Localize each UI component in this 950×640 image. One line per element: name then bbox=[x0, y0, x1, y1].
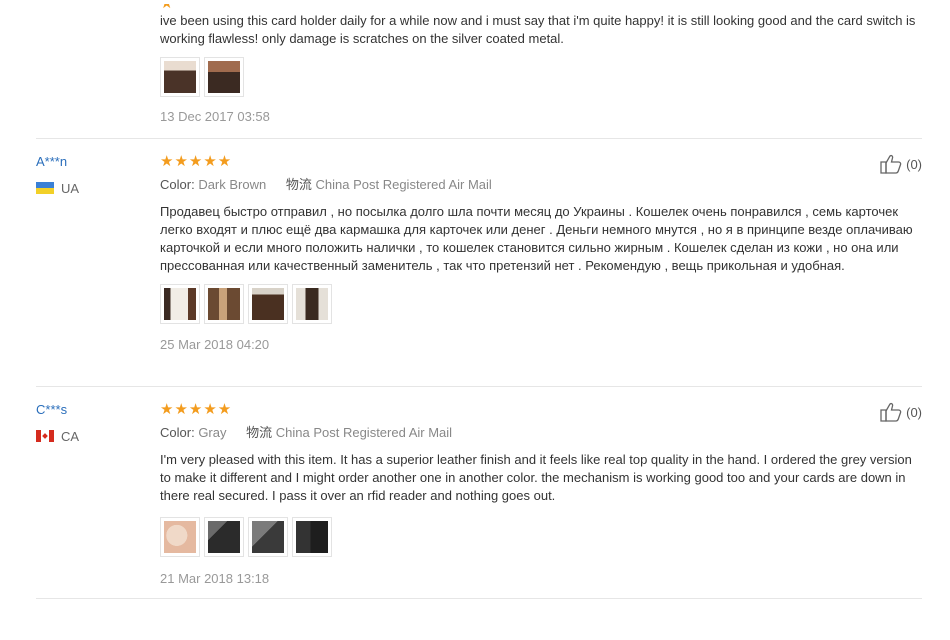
review-content: ★★★★★ Color: Dark Brown 物流 China Post Re… bbox=[160, 154, 920, 353]
review-photo-thumb[interactable] bbox=[292, 517, 332, 557]
thumbs-up-icon bbox=[880, 402, 902, 422]
review-photo-thumb[interactable] bbox=[204, 57, 244, 97]
review-date: 21 Mar 2018 13:18 bbox=[160, 571, 270, 586]
star-rating: ★★★★★ bbox=[160, 153, 233, 170]
review-photos bbox=[160, 517, 920, 557]
photo-image bbox=[296, 288, 328, 320]
photo-image bbox=[164, 61, 196, 93]
review-content: ★★★★★ Color: Gray 物流 China Post Register… bbox=[160, 402, 920, 587]
country-code: CA bbox=[61, 428, 80, 444]
photo-image bbox=[208, 61, 240, 93]
helpful-button[interactable]: (0) bbox=[880, 154, 922, 174]
review-photo-thumb[interactable] bbox=[204, 284, 244, 324]
photo-image bbox=[164, 288, 196, 320]
review-meta: Color: Dark Brown 物流 China Post Register… bbox=[160, 177, 920, 193]
review-divider bbox=[36, 138, 922, 139]
color-value: Dark Brown bbox=[198, 177, 267, 192]
flag-ca-icon bbox=[36, 430, 54, 442]
review-divider bbox=[36, 386, 922, 387]
photo-image bbox=[208, 288, 240, 320]
color-label: Color: bbox=[160, 425, 195, 440]
review-divider bbox=[36, 598, 922, 599]
flag-ua-icon bbox=[36, 182, 54, 194]
reviewer-country: CA bbox=[36, 428, 80, 444]
reviewer-country: UA bbox=[36, 180, 80, 196]
review-date: 13 Dec 2017 03:58 bbox=[160, 109, 270, 124]
star-rating: ★★★★★ bbox=[160, 401, 233, 418]
shipping-label: 物流 bbox=[246, 425, 273, 440]
review-date: 25 Mar 2018 04:20 bbox=[160, 337, 270, 352]
helpful-count: (0) bbox=[906, 156, 922, 172]
photo-image bbox=[252, 521, 284, 553]
review-photo-thumb[interactable] bbox=[292, 284, 332, 324]
review-photo-thumb[interactable] bbox=[204, 517, 244, 557]
reviewer-name[interactable]: A***n bbox=[36, 154, 79, 170]
review-photo-thumb[interactable] bbox=[248, 284, 288, 324]
review-photos bbox=[160, 284, 920, 324]
review-text: I'm very pleased with this item. It has … bbox=[160, 452, 912, 503]
review-text: ive been using this card holder daily fo… bbox=[160, 13, 916, 46]
helpful-count: (0) bbox=[906, 404, 922, 420]
shipping-value: China Post Registered Air Mail bbox=[275, 425, 453, 440]
review-text: Продавец быстро отправил , но посылка до… bbox=[160, 204, 913, 273]
review-photo-thumb[interactable] bbox=[160, 284, 200, 324]
reviewer-info: A***n UA bbox=[36, 154, 80, 196]
reviewer-info: C***s CA bbox=[36, 402, 80, 444]
thumbs-up-icon bbox=[880, 154, 902, 174]
review-photos bbox=[160, 57, 920, 97]
review-photo-thumb[interactable] bbox=[160, 57, 200, 97]
shipping-value: China Post Registered Air Mail bbox=[315, 177, 492, 192]
shipping-label: 物流 bbox=[285, 177, 312, 192]
color-label: Color: bbox=[160, 177, 195, 192]
review-photo-thumb[interactable] bbox=[160, 517, 200, 557]
star-rating: ★ bbox=[160, 4, 920, 12]
country-code: UA bbox=[61, 180, 80, 196]
review-meta: Color: Gray 物流 China Post Registered Air… bbox=[160, 425, 920, 441]
photo-image bbox=[208, 521, 240, 553]
review-content: ★ ive been using this card holder daily … bbox=[160, 4, 920, 125]
photo-image bbox=[164, 521, 196, 553]
photo-image bbox=[252, 288, 284, 320]
photo-image bbox=[296, 521, 328, 553]
reviewer-name[interactable]: C***s bbox=[36, 402, 79, 418]
color-value: Gray bbox=[198, 425, 227, 440]
helpful-button[interactable]: (0) bbox=[880, 402, 922, 422]
review-photo-thumb[interactable] bbox=[248, 517, 288, 557]
